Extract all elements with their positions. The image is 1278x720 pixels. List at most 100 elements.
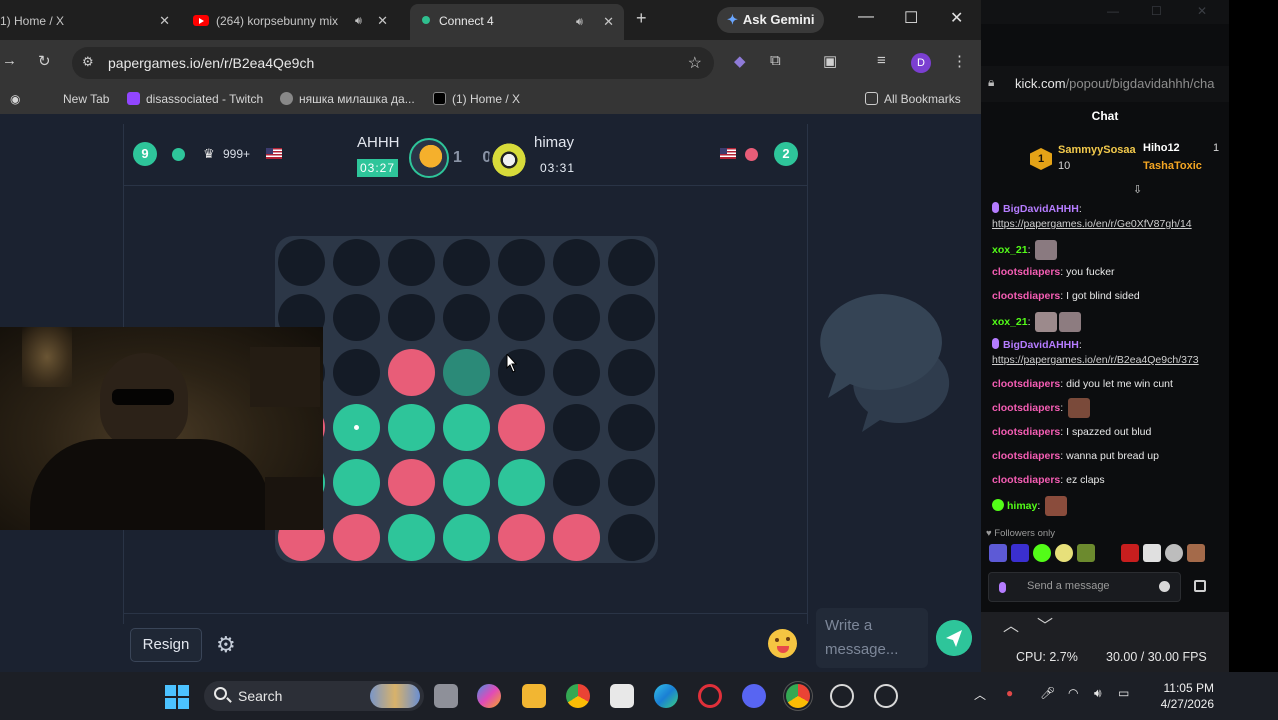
media-controls-icon[interactable]: ≡ [877,52,886,69]
taskbar-search[interactable]: Search [204,681,424,711]
game-chat-input[interactable]: Write a message... [816,608,928,668]
board-cell[interactable] [443,294,490,341]
start-button[interactable] [165,685,189,709]
board-cell[interactable] [553,349,600,396]
left-player-avatar[interactable] [409,138,449,178]
close-tab-icon[interactable]: ✕ [159,6,170,36]
emoji-icon[interactable] [1159,581,1170,592]
chrome-active-icon[interactable] [786,684,810,708]
board-cell[interactable] [388,349,435,396]
media-player-icon[interactable] [830,684,854,708]
resign-button[interactable]: Resign [130,628,202,662]
settings-gear-icon[interactable]: ⚙ [216,632,236,658]
security-tray-icon[interactable]: ● [1006,686,1013,700]
board-cell[interactable] [388,294,435,341]
tab-youtube[interactable]: (264) korpsebunny mix 🔊︎ ✕ [193,6,398,36]
board-cell[interactable] [333,239,380,286]
board-cell[interactable] [443,514,490,561]
copilot-icon[interactable] [477,684,501,708]
forward-icon[interactable]: → [2,52,17,69]
emote-button[interactable] [1033,544,1051,562]
emote-button[interactable] [1187,544,1205,562]
volume-icon[interactable]: 🔊︎ [1094,686,1102,701]
emote-button[interactable] [1143,544,1161,562]
emote-button[interactable] [1165,544,1183,562]
gifter-3-name[interactable]: TashaToxic [1143,160,1202,172]
chat-username[interactable]: xox_21 [992,316,1028,328]
chevron-up-icon[interactable]: ︿ [1003,612,1019,636]
chevron-down-icon[interactable]: ﹀ [1037,612,1053,636]
board-cell[interactable] [388,404,435,451]
extension-mascot-icon[interactable]: ◆ [734,52,746,70]
chat-link[interactable]: https://papergames.io/en/r/B2ea4Qe9ch/37… [992,354,1199,366]
task-view-icon[interactable] [434,684,458,708]
tab-search-icon[interactable]: ▣ [823,52,837,70]
kick-url-bar[interactable]: 🔒︎ kick.com/popout/bigdavidahhh/cha [981,66,1229,102]
board-cell[interactable] [498,459,545,506]
chat-username[interactable]: clootsdiapers [992,426,1060,438]
speaker-icon[interactable]: 🔊︎ [576,5,583,39]
gifter-2-name[interactable]: Hiho12 [1143,142,1180,154]
board-cell[interactable] [388,514,435,561]
board-cell[interactable] [553,459,600,506]
board-cell[interactable] [608,239,655,286]
left-player-name[interactable]: AHHH [357,134,400,151]
collapse-pinned-icon[interactable]: ⇩ [1133,183,1142,196]
board-cell[interactable] [333,514,380,561]
board-cell[interactable] [443,349,490,396]
maximize-button[interactable]: ☐ [904,8,918,28]
chat-username[interactable]: BigDavidAHHH [1003,203,1079,215]
chat-username[interactable]: BigDavidAHHH [1003,339,1079,351]
bookmark-twitch[interactable]: disassociated - Twitch [127,92,263,106]
store-icon[interactable] [610,684,634,708]
address-bar[interactable]: ⚙ papergames.io/en/r/B2ea4Qe9ch ☆ [72,47,714,79]
board-cell[interactable] [443,404,490,451]
edge-icon[interactable] [654,684,678,708]
tray-overflow-icon[interactable]: ︿ [974,686,986,703]
file-explorer-icon[interactable] [522,684,546,708]
chat-username[interactable]: clootsdiapers [992,450,1060,462]
discord-icon[interactable] [742,684,766,708]
board-cell[interactable] [608,459,655,506]
wifi-icon[interactable]: ◠ [1068,686,1078,700]
emote-button[interactable] [989,544,1007,562]
bookmark-nyashka[interactable]: няшка милашка да... [280,92,415,106]
emote-button[interactable] [1077,544,1095,562]
extensions-icon[interactable]: ⧉ [770,52,781,69]
emote-button[interactable] [1121,544,1139,562]
board-cell[interactable] [333,459,380,506]
board-cell[interactable] [443,239,490,286]
board-cell[interactable] [388,459,435,506]
connect4-board[interactable] [275,236,658,563]
board-cell[interactable] [553,514,600,561]
opera-icon[interactable] [698,684,722,708]
board-cell[interactable] [608,294,655,341]
site-info-icon[interactable]: ⚙ [82,54,94,70]
chat-username[interactable]: clootsdiapers [992,378,1060,390]
chat-username[interactable]: clootsdiapers [992,402,1060,414]
board-cell[interactable] [278,239,325,286]
bookmark-x-home[interactable]: (1) Home / X [433,92,520,106]
profile-avatar[interactable]: D [911,53,931,73]
minimize-button[interactable]: — [858,8,874,26]
battery-icon[interactable]: ▭ [1118,686,1129,700]
gifter-1-name[interactable]: SammyySosaa [1058,144,1136,156]
board-cell[interactable] [608,404,655,451]
board-cell[interactable] [498,294,545,341]
bookmark-new-tab[interactable]: New Tab [63,92,109,106]
chat-username[interactable]: clootsdiapers [992,266,1060,278]
board-cell[interactable] [498,239,545,286]
menu-kebab-icon[interactable]: ⋮ [952,52,967,70]
obs-icon[interactable] [874,684,898,708]
apps-icon[interactable]: ◉ [10,92,20,106]
board-cell[interactable] [333,294,380,341]
new-tab-button[interactable]: + [636,8,647,29]
chat-username[interactable]: xox_21 [992,244,1028,256]
close-window-button[interactable]: ✕ [1197,4,1207,18]
all-bookmarks[interactable]: All Bookmarks [865,92,961,106]
tab-x-home[interactable]: 1) Home / X ✕ [0,6,180,36]
chat-username[interactable]: himay [1007,500,1037,512]
board-cell[interactable] [608,514,655,561]
board-cell[interactable] [333,404,380,451]
board-cell[interactable] [443,459,490,506]
